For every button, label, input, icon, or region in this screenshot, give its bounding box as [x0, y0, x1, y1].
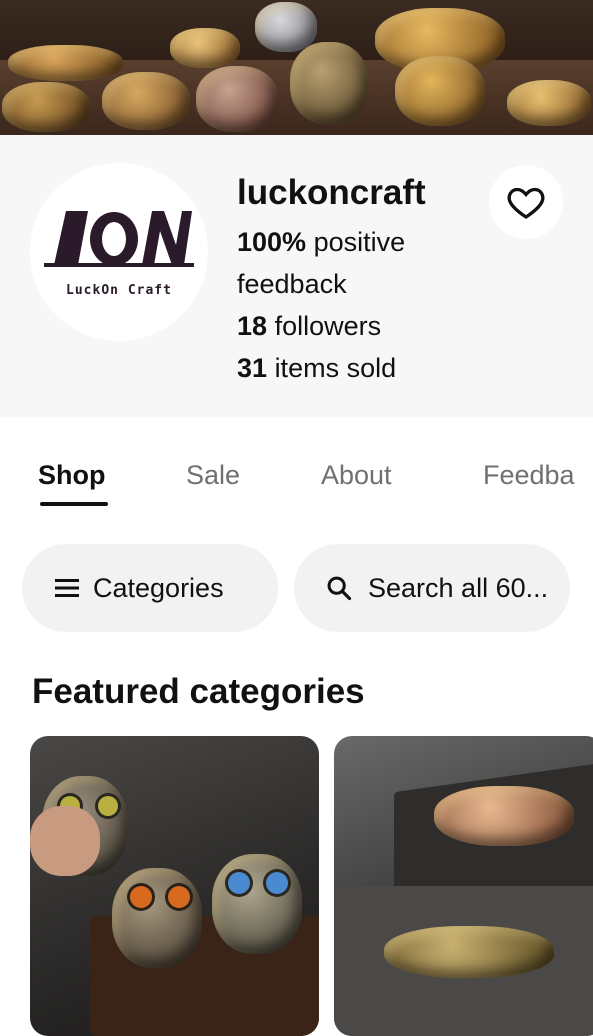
store-tabs: Shop Sale About Feedba	[0, 440, 593, 510]
tab-shop[interactable]: Shop	[38, 460, 106, 491]
featured-category-card-owls[interactable]	[30, 736, 319, 1036]
menu-icon	[55, 579, 79, 597]
store-name: luckoncraft	[237, 173, 426, 212]
featured-category-card-dragons[interactable]	[334, 736, 593, 1036]
tab-sale[interactable]: Sale	[186, 460, 240, 491]
tab-about[interactable]: About	[321, 460, 392, 491]
feedback-stat-label: feedback	[237, 269, 347, 299]
store-logo-mark-icon	[44, 211, 194, 267]
heart-icon	[507, 187, 545, 219]
store-logo[interactable]: LuckOn Craft	[30, 163, 208, 341]
categories-button[interactable]: Categories	[22, 544, 278, 632]
store-banner-image	[0, 0, 593, 135]
followers-stat: 18 followers	[237, 311, 382, 341]
save-store-button[interactable]	[489, 165, 563, 239]
featured-categories-title: Featured categories	[32, 672, 365, 711]
items-sold-stat: 31 items sold	[237, 353, 397, 383]
feedback-stat: 100% positive	[237, 227, 406, 257]
search-icon	[327, 576, 352, 601]
search-placeholder: Search all 60...	[368, 572, 549, 603]
tab-feedback[interactable]: Feedba	[483, 460, 575, 491]
store-profile: LuckOn Craft luckoncraft 100% positive f…	[0, 135, 593, 417]
store-logo-text: LuckOn Craft	[66, 283, 172, 298]
active-tab-indicator	[40, 502, 108, 506]
categories-label: Categories	[93, 572, 224, 603]
search-store-input[interactable]: Search all 60...	[294, 544, 570, 632]
